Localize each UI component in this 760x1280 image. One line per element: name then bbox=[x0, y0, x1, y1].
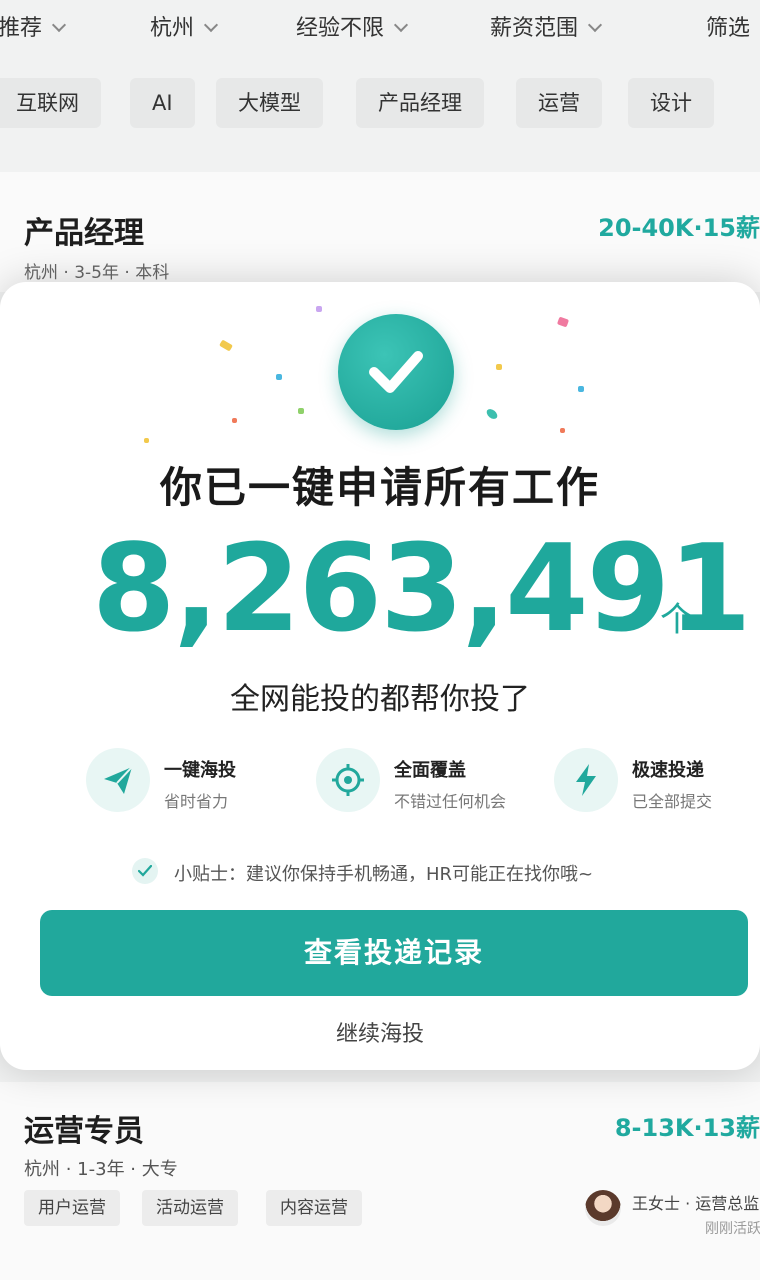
applied-count-unit: 个 bbox=[660, 600, 694, 640]
paper-plane-icon bbox=[86, 748, 150, 812]
confetti-icon bbox=[316, 306, 322, 312]
filter-bar: 推荐 杭州 经验不限 薪资范围 筛选 bbox=[0, 0, 760, 58]
continue-bulk-apply-button[interactable]: 继续海投 bbox=[0, 1016, 760, 1048]
tag-design[interactable]: 设计 bbox=[628, 78, 714, 128]
job-salary: 8-13K·13薪 bbox=[614, 1114, 760, 1142]
job-meta: 杭州 · 3-5年 · 本科 bbox=[24, 263, 170, 283]
confetti-icon bbox=[219, 339, 233, 352]
chevron-down-icon bbox=[51, 17, 67, 33]
confetti-icon bbox=[232, 418, 237, 423]
tag-operations[interactable]: 运营 bbox=[516, 78, 602, 128]
skill-tag: 用户运营 bbox=[24, 1190, 120, 1226]
filter-recommend[interactable]: 推荐 bbox=[0, 10, 67, 42]
recruiter-status: 刚刚活跃 bbox=[705, 1221, 760, 1237]
confetti-icon bbox=[484, 407, 500, 421]
tag-ai[interactable]: AI bbox=[130, 78, 195, 128]
filter-more[interactable]: 筛选 bbox=[706, 10, 750, 42]
tip-check-icon bbox=[132, 858, 158, 884]
success-check-icon bbox=[338, 314, 454, 430]
chevron-down-icon bbox=[393, 17, 409, 33]
tag-llm[interactable]: 大模型 bbox=[216, 78, 323, 128]
confetti-icon bbox=[276, 374, 282, 380]
tag-product-manager[interactable]: 产品经理 bbox=[356, 78, 484, 128]
confetti-icon bbox=[496, 364, 502, 370]
job-title: 运营专员 bbox=[24, 1114, 144, 1149]
category-tag-row: 互联网 AI 大模型 产品经理 运营 设计 bbox=[0, 76, 760, 132]
avatar bbox=[585, 1190, 621, 1226]
filter-city[interactable]: 杭州 bbox=[150, 10, 219, 42]
job-meta: 杭州 · 1-3年 · 大专 bbox=[24, 1159, 178, 1180]
target-icon bbox=[316, 748, 380, 812]
modal-subtitle: 全网能投的都帮你投了 bbox=[230, 682, 530, 717]
confetti-icon bbox=[578, 386, 584, 392]
confetti-icon bbox=[560, 428, 565, 433]
chevron-down-icon bbox=[587, 17, 603, 33]
apply-success-modal: 你已一键申请所有工作 8,263,491 个 全网能投的都帮你投了 一键海投 省… bbox=[0, 282, 760, 1070]
chevron-down-icon bbox=[203, 17, 219, 33]
confetti-icon bbox=[298, 408, 304, 414]
lightning-icon bbox=[554, 748, 618, 812]
filter-experience[interactable]: 经验不限 bbox=[296, 10, 409, 42]
job-salary: 20-40K·15薪 bbox=[598, 214, 760, 242]
modal-title: 你已一键申请所有工作 bbox=[159, 463, 600, 512]
job-title: 产品经理 bbox=[24, 216, 144, 251]
confetti-icon bbox=[556, 316, 570, 328]
applied-count: 8,263,491 bbox=[92, 520, 752, 659]
skill-tag: 内容运营 bbox=[266, 1190, 362, 1226]
recruiter-name: 王女士 · 运营总监 bbox=[632, 1194, 760, 1213]
confetti-icon bbox=[144, 438, 149, 443]
view-application-records-button[interactable]: 查看投递记录 bbox=[40, 910, 748, 996]
filter-salary[interactable]: 薪资范围 bbox=[490, 10, 603, 42]
skill-tag: 活动运营 bbox=[142, 1190, 238, 1226]
tip-text: 小贴士：建议你保持手机畅通，HR可能正在找你哦~ bbox=[174, 864, 594, 885]
tag-internet[interactable]: 互联网 bbox=[0, 78, 101, 128]
